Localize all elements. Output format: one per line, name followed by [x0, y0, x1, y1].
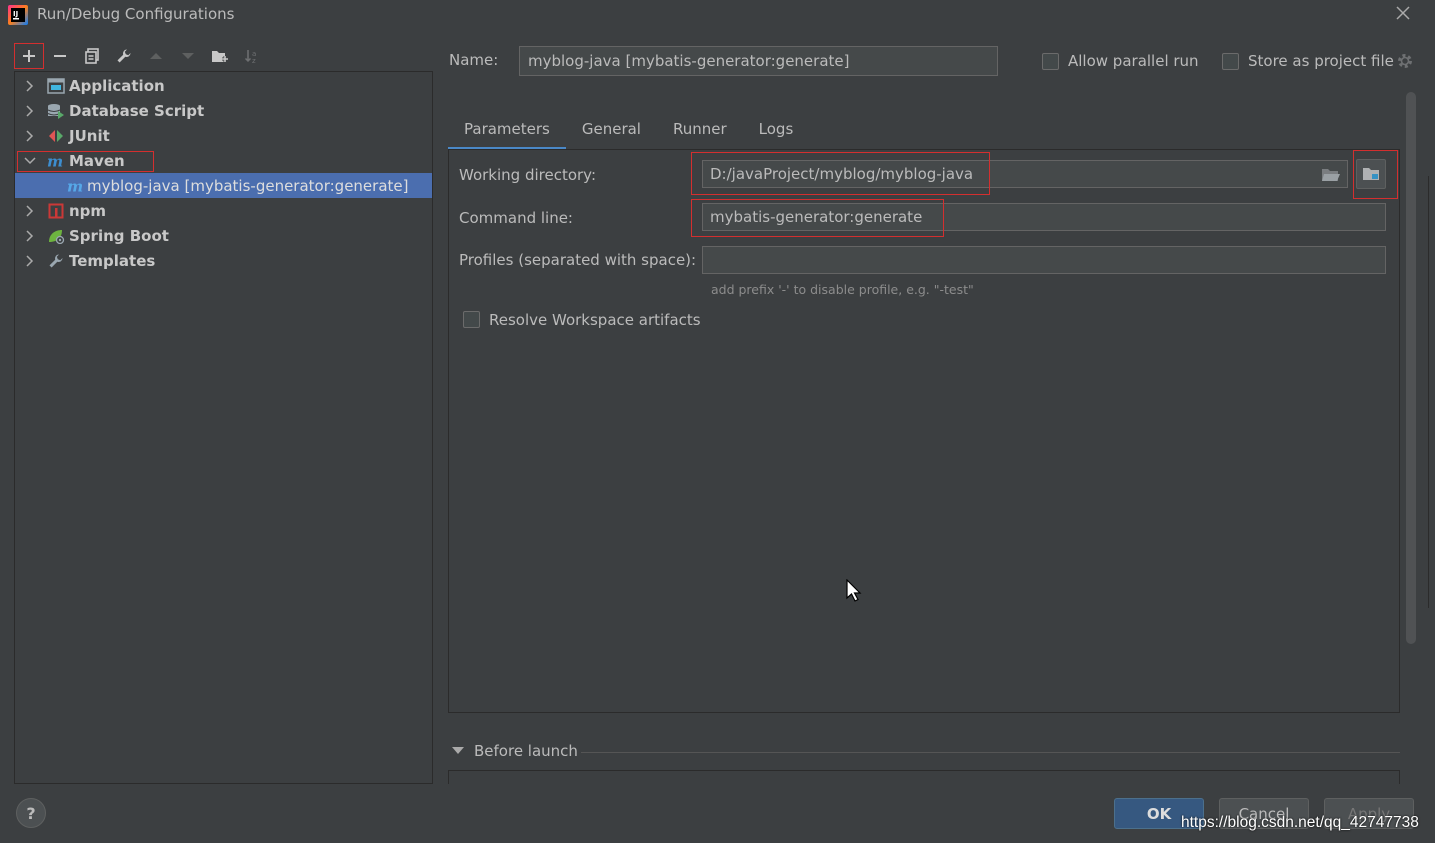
junit-icon	[47, 127, 65, 145]
name-label: Name:	[449, 51, 499, 69]
new-folder-icon[interactable]	[204, 43, 236, 69]
working-directory-label: Working directory:	[459, 166, 597, 184]
before-launch-divider	[581, 752, 1400, 753]
config-toolbar: az	[14, 42, 268, 70]
tree-item-application[interactable]: Application	[15, 73, 432, 98]
browse-button[interactable]	[1356, 159, 1386, 189]
svg-text:z: z	[252, 57, 256, 64]
before-launch-list	[448, 770, 1400, 784]
before-launch-section[interactable]: Before launch	[452, 742, 578, 760]
maven-icon: m	[67, 177, 85, 195]
tab-logs[interactable]: Logs	[743, 112, 810, 150]
store-project-checkbox[interactable]	[1222, 53, 1239, 70]
profiles-hint: add prefix '-' to disable profile, e.g. …	[711, 282, 974, 297]
chevron-right-icon[interactable]	[23, 129, 37, 143]
folder-icon	[1363, 168, 1379, 180]
remove-icon[interactable]	[44, 43, 76, 69]
chevron-right-icon[interactable]	[23, 104, 37, 118]
tree-item-label: Database Script	[69, 101, 205, 120]
chevron-right-icon[interactable]	[23, 204, 37, 218]
tab-runner[interactable]: Runner	[657, 112, 743, 150]
spring-boot-icon	[47, 227, 65, 245]
panel-edge	[1428, 176, 1435, 608]
before-launch-label: Before launch	[474, 742, 578, 760]
move-down-icon[interactable]	[172, 43, 204, 69]
tab-parameters[interactable]: Parameters	[448, 112, 566, 150]
profiles-label: Profiles (separated with space):	[459, 251, 697, 269]
triangle-down-icon[interactable]	[452, 746, 464, 756]
tab-general[interactable]: General	[566, 112, 657, 150]
resolve-workspace-checkbox[interactable]	[463, 311, 480, 328]
window-title: Run/Debug Configurations	[37, 5, 235, 23]
svg-text:m: m	[47, 153, 63, 169]
chevron-right-icon[interactable]	[23, 229, 37, 243]
store-project-label: Store as project file	[1248, 52, 1394, 70]
wrench-icon[interactable]	[108, 43, 140, 69]
tree-item-database-script[interactable]: Database Script	[15, 98, 432, 123]
mouse-cursor-icon	[846, 579, 862, 602]
gear-icon[interactable]	[1396, 52, 1414, 70]
scrollbar[interactable]	[1406, 92, 1416, 644]
copy-icon[interactable]	[76, 43, 108, 69]
intellij-app-icon: IJ	[8, 5, 28, 25]
working-directory-input[interactable]: D:/javaProject/myblog/myblog-java	[702, 160, 1348, 188]
tree-item-maven[interactable]: m Maven	[15, 148, 432, 173]
tree-item-label: JUnit	[69, 126, 110, 145]
tree-item-npm[interactable]: npm	[15, 198, 432, 223]
svg-text:m: m	[67, 178, 83, 194]
profiles-input[interactable]	[702, 246, 1386, 274]
tree-item-label: Maven	[69, 151, 125, 170]
sort-icon[interactable]: az	[236, 43, 268, 69]
allow-parallel-checkbox[interactable]	[1042, 53, 1059, 70]
chevron-right-icon[interactable]	[23, 79, 37, 93]
resolve-workspace-label: Resolve Workspace artifacts	[489, 311, 701, 329]
tree-item-label: npm	[69, 201, 107, 220]
tree-item-junit[interactable]: JUnit	[15, 123, 432, 148]
name-input[interactable]: myblog-java [mybatis-generator:generate]	[519, 46, 998, 76]
chevron-right-icon[interactable]	[23, 254, 37, 268]
folder-open-icon[interactable]	[1321, 167, 1341, 183]
svg-text:IJ: IJ	[13, 10, 18, 18]
database-script-icon	[47, 102, 65, 120]
watermark-text: https://blog.csdn.net/qq_42747738	[1181, 814, 1419, 831]
help-button[interactable]: ?	[16, 798, 46, 828]
command-line-input[interactable]: mybatis-generator:generate	[702, 203, 1386, 231]
title-bar: IJ Run/Debug Configurations	[0, 0, 1435, 30]
command-line-label: Command line:	[459, 209, 573, 227]
move-up-icon[interactable]	[140, 43, 172, 69]
tree-item-spring-boot[interactable]: Spring Boot	[15, 223, 432, 248]
npm-icon	[47, 202, 65, 220]
tree-item-label: myblog-java [mybatis-generator:generate]	[87, 176, 409, 195]
tree-item-myblog-java-config[interactable]: m myblog-java [mybatis-generator:generat…	[15, 173, 432, 198]
parameters-panel: Working directory: D:/javaProject/myblog…	[448, 150, 1400, 713]
tree-item-label: Application	[69, 76, 165, 95]
close-icon[interactable]	[1393, 4, 1413, 24]
maven-icon: m	[47, 152, 65, 170]
config-tabs: Parameters General Runner Logs	[448, 112, 809, 150]
tree-item-label: Spring Boot	[69, 226, 169, 245]
wrench-icon	[47, 252, 65, 270]
chevron-down-icon[interactable]	[23, 154, 37, 168]
tree-item-templates[interactable]: Templates	[15, 248, 432, 273]
config-tree: Application Database Script JUnit m Mave…	[14, 71, 433, 784]
allow-parallel-label: Allow parallel run	[1068, 52, 1199, 70]
tree-item-label: Templates	[69, 251, 156, 270]
add-icon[interactable]	[14, 43, 44, 69]
application-icon	[47, 77, 65, 95]
